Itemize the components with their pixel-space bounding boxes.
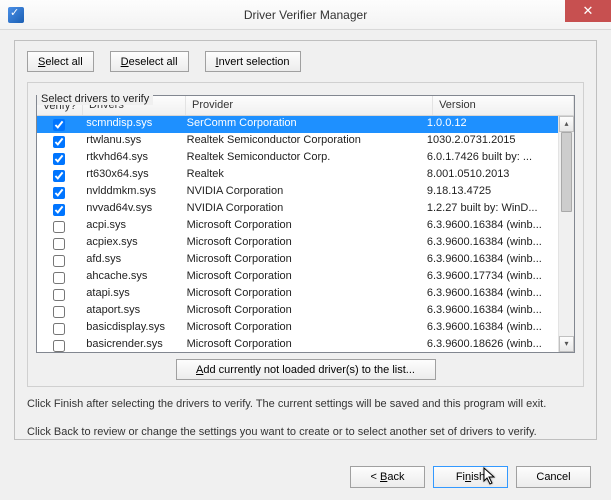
verify-checkbox[interactable] [53,255,65,267]
table-row[interactable]: ahcache.sysMicrosoft Corporation6.3.9600… [37,269,558,286]
table-row[interactable]: ataport.sysMicrosoft Corporation6.3.9600… [37,303,558,320]
scroll-thumb[interactable] [561,132,572,212]
app-icon [8,7,24,23]
table-row[interactable]: atapi.sysMicrosoft Corporation6.3.9600.1… [37,286,558,303]
cell-driver: ahcache.sys [80,269,180,286]
verify-checkbox[interactable] [53,272,65,284]
cell-provider: Realtek Semiconductor Corp. [181,150,421,167]
cell-provider: Microsoft Corporation [181,320,421,337]
table-row[interactable]: basicrender.sysMicrosoft Corporation6.3.… [37,337,558,352]
scroll-up-button[interactable]: ▴ [559,116,574,132]
cell-provider: Microsoft Corporation [181,337,421,352]
cell-driver: basicdisplay.sys [80,320,180,337]
drivers-listview[interactable]: Verify? Drivers Provider Version scmndis… [36,95,575,353]
cell-version: 8.001.0510.2013 [421,167,558,184]
cell-driver: acpiex.sys [80,235,180,252]
table-row[interactable]: nvlddmkm.sysNVIDIA Corporation9.18.13.47… [37,184,558,201]
cell-driver: ataport.sys [80,303,180,320]
cell-driver: rt630x64.sys [80,167,180,184]
cell-driver: acpi.sys [80,218,180,235]
col-version[interactable]: Version [433,96,574,115]
table-row[interactable]: rt630x64.sysRealtek8.001.0510.2013 [37,167,558,184]
cell-provider: NVIDIA Corporation [181,184,421,201]
cell-version: 6.3.9600.17734 (winb... [421,269,558,286]
cell-provider: Microsoft Corporation [181,235,421,252]
vertical-scrollbar[interactable]: ▴ ▾ [558,116,574,352]
cell-version: 6.3.9600.16384 (winb... [421,320,558,337]
cell-provider: Microsoft Corporation [181,252,421,269]
cell-provider: Microsoft Corporation [181,269,421,286]
cell-version: 1.2.27 built by: WinD... [421,201,558,218]
table-row[interactable]: basicdisplay.sysMicrosoft Corporation6.3… [37,320,558,337]
table-row[interactable]: rtwlanu.sysRealtek Semiconductor Corpora… [37,133,558,150]
close-button[interactable]: ✕ [565,0,611,22]
cell-version: 1030.2.0731.2015 [421,133,558,150]
cancel-button[interactable]: Cancel [516,466,591,488]
cell-driver: rtwlanu.sys [80,133,180,150]
verify-checkbox[interactable] [53,119,65,131]
hint-back: Click Back to review or change the setti… [27,425,584,439]
verify-checkbox[interactable] [53,187,65,199]
cell-provider: NVIDIA Corporation [181,201,421,218]
close-icon: ✕ [583,3,594,19]
cell-version: 6.3.9600.16384 (winb... [421,286,558,303]
cell-driver: afd.sys [80,252,180,269]
cell-driver: rtkvhd64.sys [80,150,180,167]
verify-checkbox[interactable] [53,306,65,318]
verify-checkbox[interactable] [53,340,65,352]
verify-checkbox[interactable] [53,289,65,301]
table-row[interactable]: afd.sysMicrosoft Corporation6.3.9600.163… [37,252,558,269]
cell-driver: basicrender.sys [80,337,180,352]
table-row[interactable]: acpi.sysMicrosoft Corporation6.3.9600.16… [37,218,558,235]
verify-checkbox[interactable] [53,136,65,148]
group-label: Select drivers to verify [37,93,153,105]
invert-selection-button[interactable]: Invert selection [205,51,301,72]
deselect-all-button[interactable]: Deselect all [110,51,189,72]
table-row[interactable]: nvvad64v.sysNVIDIA Corporation1.2.27 bui… [37,201,558,218]
table-row[interactable]: scmndisp.sysSerComm Corporation1.0.0.12 [37,116,558,133]
cell-driver: scmndisp.sys [80,116,180,133]
add-drivers-button[interactable]: Add currently not loaded driver(s) to th… [176,359,436,380]
table-row[interactable]: rtkvhd64.sysRealtek Semiconductor Corp.6… [37,150,558,167]
cell-version: 6.3.9600.18626 (winb... [421,337,558,352]
titlebar[interactable]: Driver Verifier Manager ✕ [0,0,611,30]
hint-finish: Click Finish after selecting the drivers… [27,397,584,411]
cell-version: 6.0.1.7426 built by: ... [421,150,558,167]
finish-button[interactable]: Finish [433,466,508,488]
scroll-down-button[interactable]: ▾ [559,336,574,352]
cell-driver: nvvad64v.sys [80,201,180,218]
cell-version: 6.3.9600.16384 (winb... [421,252,558,269]
verify-checkbox[interactable] [53,323,65,335]
cell-provider: Microsoft Corporation [181,303,421,320]
verify-checkbox[interactable] [53,204,65,216]
cell-provider: Realtek [181,167,421,184]
verify-checkbox[interactable] [53,170,65,182]
select-all-button[interactable]: Select all [27,51,94,72]
cell-provider: Microsoft Corporation [181,218,421,235]
cell-driver: nvlddmkm.sys [80,184,180,201]
cell-version: 9.18.13.4725 [421,184,558,201]
cell-version: 6.3.9600.16384 (winb... [421,235,558,252]
verify-checkbox[interactable] [53,153,65,165]
cell-provider: Microsoft Corporation [181,286,421,303]
verify-checkbox[interactable] [53,238,65,250]
cell-driver: atapi.sys [80,286,180,303]
cell-version: 6.3.9600.16384 (winb... [421,218,558,235]
verify-checkbox[interactable] [53,221,65,233]
add-drivers-label: dd currently not loaded driver(s) to the… [203,364,415,376]
window-title: Driver Verifier Manager [0,8,611,22]
table-row[interactable]: acpiex.sysMicrosoft Corporation6.3.9600.… [37,235,558,252]
cell-version: 6.3.9600.16384 (winb... [421,303,558,320]
back-button[interactable]: < Back [350,466,425,488]
cell-provider: SerComm Corporation [181,116,421,133]
cell-provider: Realtek Semiconductor Corporation [181,133,421,150]
col-provider[interactable]: Provider [186,96,433,115]
cell-version: 1.0.0.12 [421,116,558,133]
